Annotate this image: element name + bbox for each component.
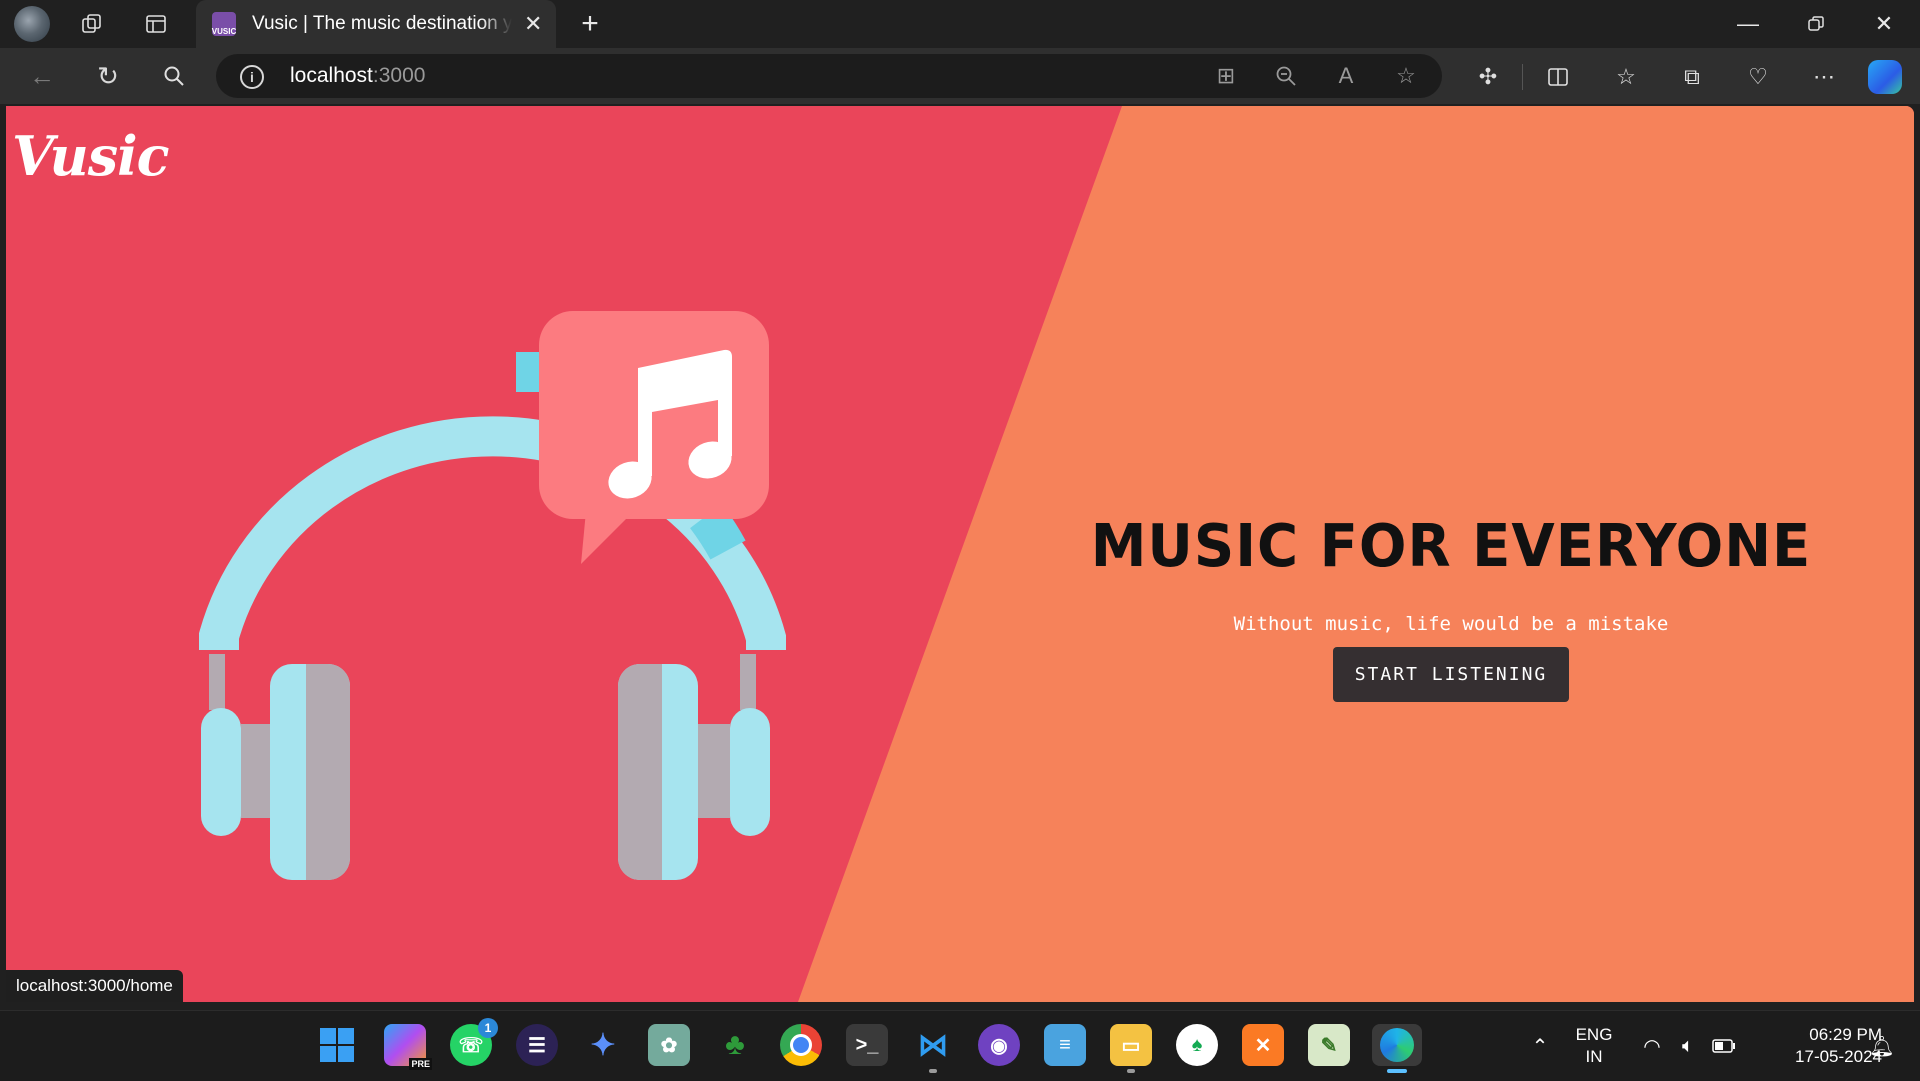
new-tab-button[interactable]: + — [572, 6, 608, 42]
whatsapp-badge: 1 — [478, 1018, 498, 1038]
url-text[interactable]: localhost:3000 — [290, 64, 425, 88]
whatsapp-icon[interactable]: ☏ 1 — [450, 1018, 498, 1066]
edge-icon[interactable] — [1372, 1024, 1422, 1073]
active-tab[interactable]: VUSIC Vusic | The music destination you … — [196, 0, 556, 48]
status-url-tooltip: localhost:3000/home — [6, 970, 183, 1002]
more-options-icon[interactable]: ⋯ — [1808, 61, 1840, 93]
notepad-icon[interactable]: ≡ — [1044, 1024, 1086, 1066]
zoom-out-icon[interactable] — [1272, 62, 1300, 90]
tree-app-icon[interactable]: ♣ — [714, 1024, 756, 1066]
site-info-icon[interactable]: i — [240, 65, 264, 89]
tab-close-icon[interactable]: ✕ — [524, 11, 542, 37]
vertical-tabs-icon[interactable] — [140, 8, 172, 40]
read-aloud-icon[interactable]: A — [1332, 62, 1360, 90]
gemini-icon[interactable]: ✦ — [582, 1024, 624, 1066]
profile-avatar[interactable] — [14, 6, 50, 42]
terminal-icon[interactable]: >_ — [846, 1024, 888, 1066]
chatgpt-icon[interactable]: ✿ — [648, 1024, 690, 1066]
address-bar[interactable]: i localhost:3000 ⊞ A ☆ — [216, 54, 1442, 98]
app-available-icon[interactable]: ⊞ — [1212, 62, 1240, 90]
hero-title: MUSIC FOR EVERYONE — [1090, 512, 1812, 581]
hero-subtitle: Without music, life would be a mistake — [1233, 613, 1669, 635]
mongodb-compass-icon[interactable]: ♠ — [1176, 1024, 1218, 1066]
refresh-icon[interactable]: ↻ — [90, 58, 126, 94]
wifi-icon[interactable]: ◠ — [1636, 1011, 1668, 1081]
left-ear-pad-icon — [201, 708, 241, 836]
web-page: Vusic MUSIC FOR EVERYONE Without music, … — [6, 106, 1914, 1002]
xampp-icon[interactable]: ✕ — [1242, 1024, 1284, 1066]
show-hidden-icons-chevron-icon[interactable]: ⌃ — [1520, 1011, 1560, 1081]
close-window-button[interactable]: ✕ — [1850, 0, 1918, 48]
system-clock[interactable]: 06:29 PM 17-05-2024 — [1752, 1011, 1882, 1081]
copilot-icon[interactable] — [1868, 60, 1902, 94]
vscode-icon[interactable]: ⋈ — [912, 1024, 954, 1073]
copilot-preview-icon[interactable]: PRE — [384, 1024, 432, 1070]
search-icon[interactable] — [156, 58, 192, 94]
hero-section: MUSIC FOR EVERYONE Without music, life w… — [1056, 512, 1846, 702]
start-menu-icon[interactable] — [316, 1024, 358, 1066]
collections-icon[interactable]: ⧉ — [1676, 61, 1708, 93]
browser-toolbar: ← ↻ i localhost:3000 ⊞ A ☆ ✣ ☆ ⧉ ♡ ⋯ — [0, 48, 1920, 104]
start-listening-button[interactable]: START LISTENING — [1332, 647, 1570, 702]
favorite-star-icon[interactable]: ☆ — [1392, 62, 1420, 90]
headphones-illustration — [199, 311, 786, 880]
battery-icon[interactable] — [1708, 1011, 1740, 1081]
file-explorer-icon[interactable]: ▭ — [1110, 1024, 1152, 1073]
vusic-favicon-icon: VUSIC — [212, 12, 236, 36]
workspaces-icon[interactable] — [76, 8, 108, 40]
paint-icon[interactable]: ✎ — [1308, 1024, 1350, 1066]
volume-icon[interactable]: 🔈︎ — [1672, 1011, 1704, 1081]
title-bar: VUSIC Vusic | The music destination you … — [0, 0, 1920, 48]
toolbar-divider — [1522, 64, 1523, 90]
extensions-icon[interactable]: ✣ — [1472, 61, 1504, 93]
language-indicator[interactable]: ENG IN — [1566, 1011, 1622, 1081]
back-arrow-icon[interactable]: ← — [24, 58, 60, 94]
split-screen-icon[interactable] — [1542, 61, 1574, 93]
browser-essentials-icon[interactable]: ♡ — [1742, 61, 1774, 93]
tab-title: Vusic | The music destination you — [252, 13, 512, 34]
minimize-button[interactable]: — — [1714, 0, 1782, 48]
eclipse-icon[interactable]: ☰ — [516, 1024, 558, 1066]
restore-button[interactable] — [1782, 0, 1850, 48]
favorites-icon[interactable]: ☆ — [1610, 61, 1642, 93]
notifications-bell-icon[interactable]: 🔔︎ — [1866, 1011, 1898, 1081]
chrome-icon[interactable] — [780, 1024, 822, 1066]
github-desktop-icon[interactable]: ◉ — [978, 1024, 1020, 1066]
right-ear-pad-icon — [730, 708, 770, 836]
taskbar: PRE ☏ 1 ☰ ✦ ✿ ♣ >_ ⋈ ◉ ≡ ▭ ♠ ✕ ✎ ⌃ ENG IN… — [0, 1010, 1920, 1081]
music-bubble-icon — [539, 311, 769, 519]
